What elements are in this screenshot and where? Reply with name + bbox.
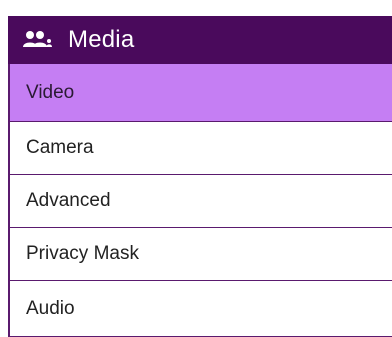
menu-item-label: Camera — [26, 137, 94, 158]
menu-title: Media — [68, 26, 135, 53]
menu-item-label: Audio — [26, 297, 75, 319]
media-menu: Media Video Camera Advanced Privacy Mask… — [8, 16, 392, 337]
users-icon — [22, 28, 58, 52]
menu-item-label: Video — [26, 81, 75, 103]
menu-item-privacy-mask[interactable]: Privacy Mask — [8, 228, 392, 281]
menu-item-label: Advanced — [26, 190, 111, 211]
menu-item-label: Privacy Mask — [26, 243, 139, 264]
menu-item-advanced[interactable]: Advanced — [8, 175, 392, 228]
menu-header[interactable]: Media — [8, 16, 392, 64]
menu-item-video[interactable]: Video — [8, 64, 392, 122]
menu-item-camera[interactable]: Camera — [8, 122, 392, 175]
menu-item-audio[interactable]: Audio — [8, 281, 392, 337]
